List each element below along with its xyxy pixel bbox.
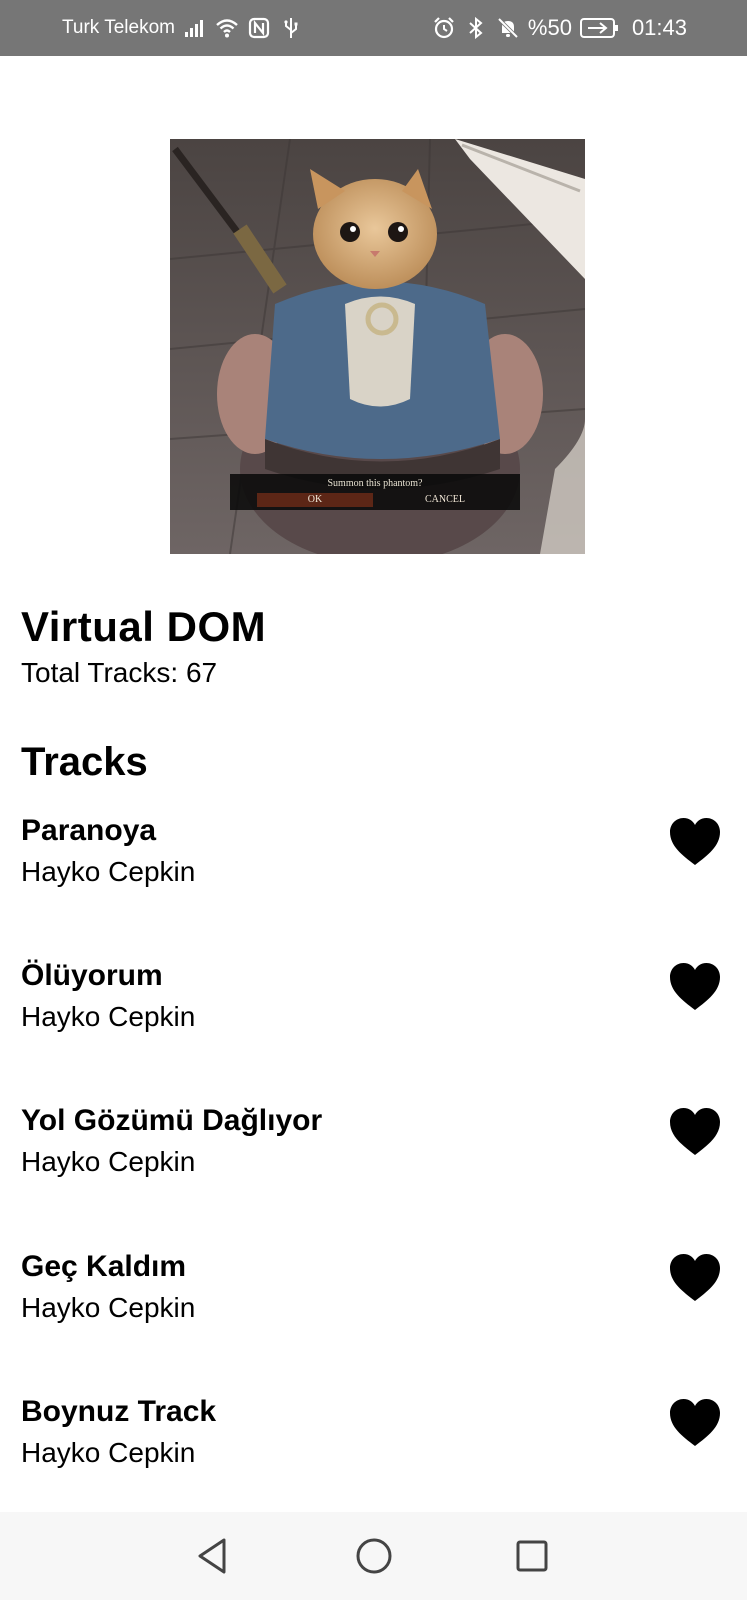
like-heart-icon[interactable] — [668, 817, 722, 867]
nfc-icon — [247, 16, 271, 40]
usb-icon — [279, 16, 303, 40]
battery-charging-icon — [579, 16, 620, 40]
status-bar-right: %50 01:43 — [432, 15, 687, 41]
recents-icon[interactable] — [508, 1532, 556, 1580]
track-item[interactable]: Boynuz Track Hayko Cepkin — [0, 1395, 747, 1505]
clock: 01:43 — [631, 15, 687, 40]
total-tracks-count: 67 — [185, 657, 218, 688]
status-bar-left: Turk Telekom — [62, 16, 303, 40]
track-artist: Hayko Cepkin — [21, 1292, 196, 1323]
system-nav-bar — [0, 1512, 747, 1600]
track-artist: Hayko Cepkin — [21, 1001, 196, 1032]
track-title: Geç Kaldım — [21, 1250, 187, 1283]
like-heart-icon[interactable] — [668, 1107, 722, 1157]
track-artist: Hayko Cepkin — [21, 856, 196, 887]
dialog-prompt: Summon this phantom? — [327, 478, 423, 489]
track-artist: Hayko Cepkin — [21, 1146, 196, 1177]
battery-percentage: %50 — [527, 15, 572, 40]
playlist-title: Virtual DOM — [21, 603, 267, 650]
bluetooth-icon — [464, 16, 488, 40]
track-item[interactable]: Yol Gözümü Dağlıyor Hayko Cepkin — [0, 1104, 747, 1214]
carrier-name: Turk Telekom — [62, 17, 175, 38]
dialog-cancel-label: CANCEL — [425, 494, 465, 505]
track-item[interactable]: Paranoya Hayko Cepkin — [0, 814, 747, 924]
like-heart-icon[interactable] — [668, 962, 722, 1012]
track-title: Ölüyorum — [21, 959, 163, 992]
signal-icon — [183, 16, 207, 40]
track-title: Boynuz Track — [21, 1395, 217, 1428]
mute-icon — [496, 16, 520, 40]
phantom-dialog: Summon this phantom? OK CANCEL — [230, 474, 520, 510]
dialog-ok-label: OK — [257, 493, 373, 507]
track-title: Paranoya — [21, 814, 157, 847]
album-art: Summon this phantom? OK CANCEL — [170, 139, 585, 554]
like-heart-icon[interactable] — [668, 1253, 722, 1303]
like-heart-icon[interactable] — [668, 1398, 722, 1448]
tracks-heading: Tracks — [21, 740, 148, 784]
track-artist: Hayko Cepkin — [21, 1437, 196, 1468]
track-title: Yol Gözümü Dağlıyor — [21, 1104, 323, 1137]
total-tracks: Total Tracks: 67 — [21, 657, 217, 689]
track-item[interactable]: Ölüyorum Hayko Cepkin — [0, 959, 747, 1069]
alarm-icon — [432, 16, 456, 40]
back-icon[interactable] — [190, 1532, 238, 1580]
status-bar: Turk Telekom %50 01:43 — [0, 0, 747, 56]
total-tracks-label: Total Tracks: — [21, 657, 179, 688]
track-item[interactable]: Geç Kaldım Hayko Cepkin — [0, 1250, 747, 1360]
wifi-icon — [215, 16, 239, 40]
home-icon[interactable] — [350, 1532, 398, 1580]
